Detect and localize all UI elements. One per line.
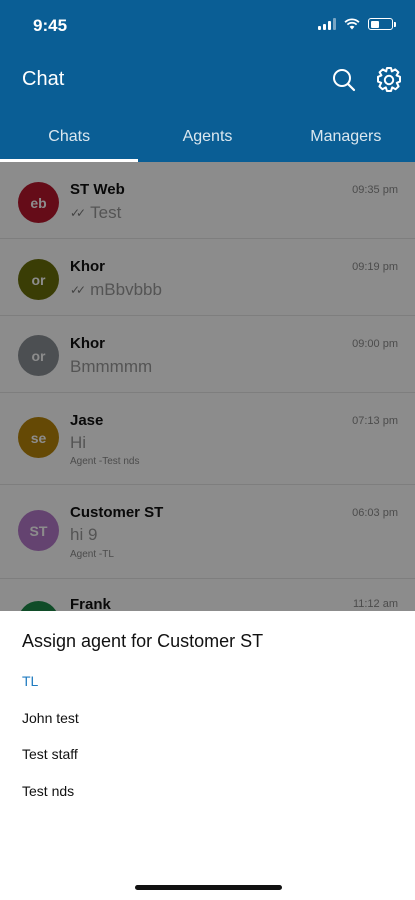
assign-agent-sheet: Assign agent for Customer ST TL John tes…	[0, 611, 415, 900]
status-bar: 9:45	[0, 0, 415, 52]
tab-chats[interactable]: Chats	[0, 118, 139, 162]
signal-icon	[318, 18, 336, 30]
home-indicator	[135, 885, 282, 890]
page-title: Chat	[22, 68, 65, 90]
tab-agents[interactable]: Agents	[138, 118, 276, 162]
agent-option-john-test[interactable]: John test	[22, 710, 79, 726]
app-header: 9:45 Chat Chats Agents Managers	[0, 0, 415, 162]
sheet-title: Assign agent for Customer ST	[22, 631, 264, 651]
tab-bar: Chats Agents Managers	[0, 118, 415, 162]
search-icon[interactable]	[329, 65, 359, 95]
tab-managers[interactable]: Managers	[277, 118, 415, 162]
agent-option-test-staff[interactable]: Test staff	[22, 746, 78, 762]
wifi-icon	[344, 18, 360, 30]
agent-option-test-nds[interactable]: Test nds	[22, 783, 74, 799]
status-time: 9:45	[33, 16, 68, 35]
status-icons	[318, 18, 396, 30]
modal-backdrop[interactable]	[0, 162, 415, 611]
agent-option-tl[interactable]: TL	[22, 673, 38, 689]
battery-icon	[368, 18, 396, 30]
gear-icon[interactable]	[374, 65, 404, 95]
